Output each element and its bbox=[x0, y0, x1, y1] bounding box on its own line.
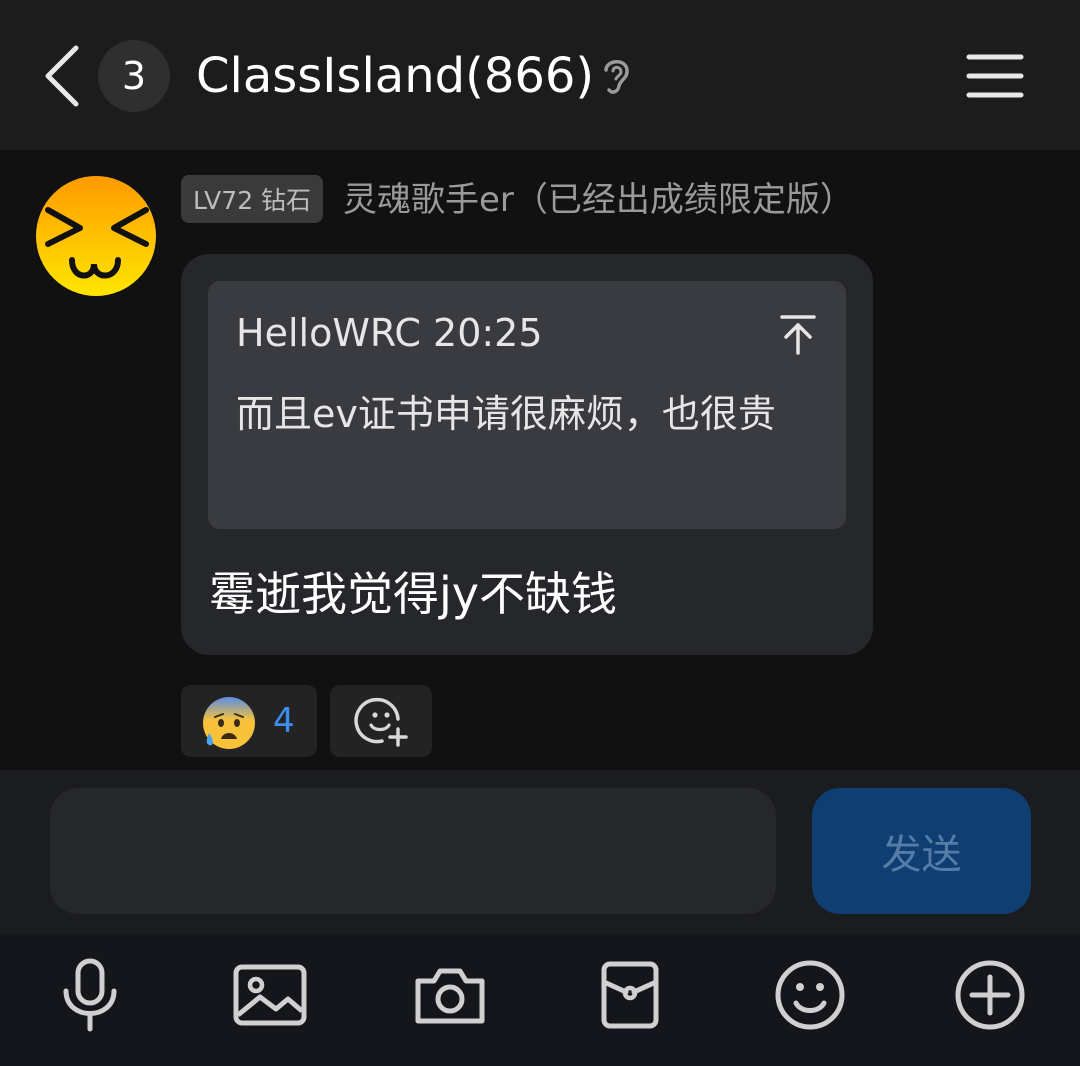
anxious-face-emoji-icon bbox=[201, 695, 257, 751]
add-emoji-icon bbox=[354, 697, 408, 747]
camera-icon bbox=[415, 968, 485, 1024]
menu-button[interactable] bbox=[966, 52, 1024, 100]
more-button[interactable] bbox=[945, 950, 1035, 1040]
quote-author-time: HelloWRC 20:25 bbox=[236, 311, 543, 355]
chat-title[interactable]: ClassIsland(866) bbox=[196, 44, 594, 108]
level-badge: LV72 钻石 bbox=[181, 175, 324, 223]
emoji-button[interactable] bbox=[765, 950, 855, 1040]
arrow-up-to-line-icon bbox=[780, 315, 816, 355]
message-text: 霉逝我觉得jy不缺钱 bbox=[209, 567, 618, 621]
chevron-left-icon bbox=[45, 45, 79, 107]
squint-face-avatar-icon bbox=[36, 176, 156, 296]
input-toolbar bbox=[0, 934, 1080, 1066]
sender-name[interactable]: 灵魂歌手er（已经出成绩限定版） bbox=[343, 176, 854, 224]
hamburger-menu-icon bbox=[966, 54, 1024, 98]
red-packet-button[interactable] bbox=[585, 950, 675, 1040]
quoted-message[interactable]: HelloWRC 20:25 而且ev证书申请很麻烦，也很贵 bbox=[208, 281, 846, 529]
red-packet-icon bbox=[601, 961, 659, 1029]
add-reaction-button[interactable] bbox=[330, 685, 432, 757]
quote-text: 而且ev证书申请很麻烦，也很贵 bbox=[236, 392, 776, 436]
chat-screen: 3 ClassIsland(866) LV72 钻石 灵魂歌手er（已经出成绩限… bbox=[0, 0, 1080, 1066]
reaction-count: 4 bbox=[273, 701, 295, 741]
camera-button[interactable] bbox=[405, 950, 495, 1040]
image-button[interactable] bbox=[225, 950, 315, 1040]
microphone-icon bbox=[63, 958, 117, 1032]
reaction-chip[interactable]: 4 bbox=[181, 685, 317, 757]
ear-icon[interactable] bbox=[598, 54, 634, 98]
composer-bar: 发送 bbox=[0, 770, 1080, 934]
send-button[interactable]: 发送 bbox=[812, 788, 1031, 914]
emoji-icon bbox=[775, 960, 845, 1030]
message-input[interactable] bbox=[50, 788, 776, 914]
unread-count-badge[interactable]: 3 bbox=[98, 40, 170, 112]
jump-to-original-button[interactable] bbox=[778, 313, 818, 357]
voice-button[interactable] bbox=[45, 950, 135, 1040]
chat-header: 3 ClassIsland(866) bbox=[0, 0, 1080, 150]
message-bubble[interactable]: HelloWRC 20:25 而且ev证书申请很麻烦，也很贵 霉逝我觉得jy不缺… bbox=[181, 254, 873, 655]
plus-icon bbox=[955, 960, 1025, 1030]
sender-avatar[interactable] bbox=[36, 176, 156, 296]
image-icon bbox=[233, 964, 307, 1026]
back-button[interactable] bbox=[36, 40, 92, 112]
